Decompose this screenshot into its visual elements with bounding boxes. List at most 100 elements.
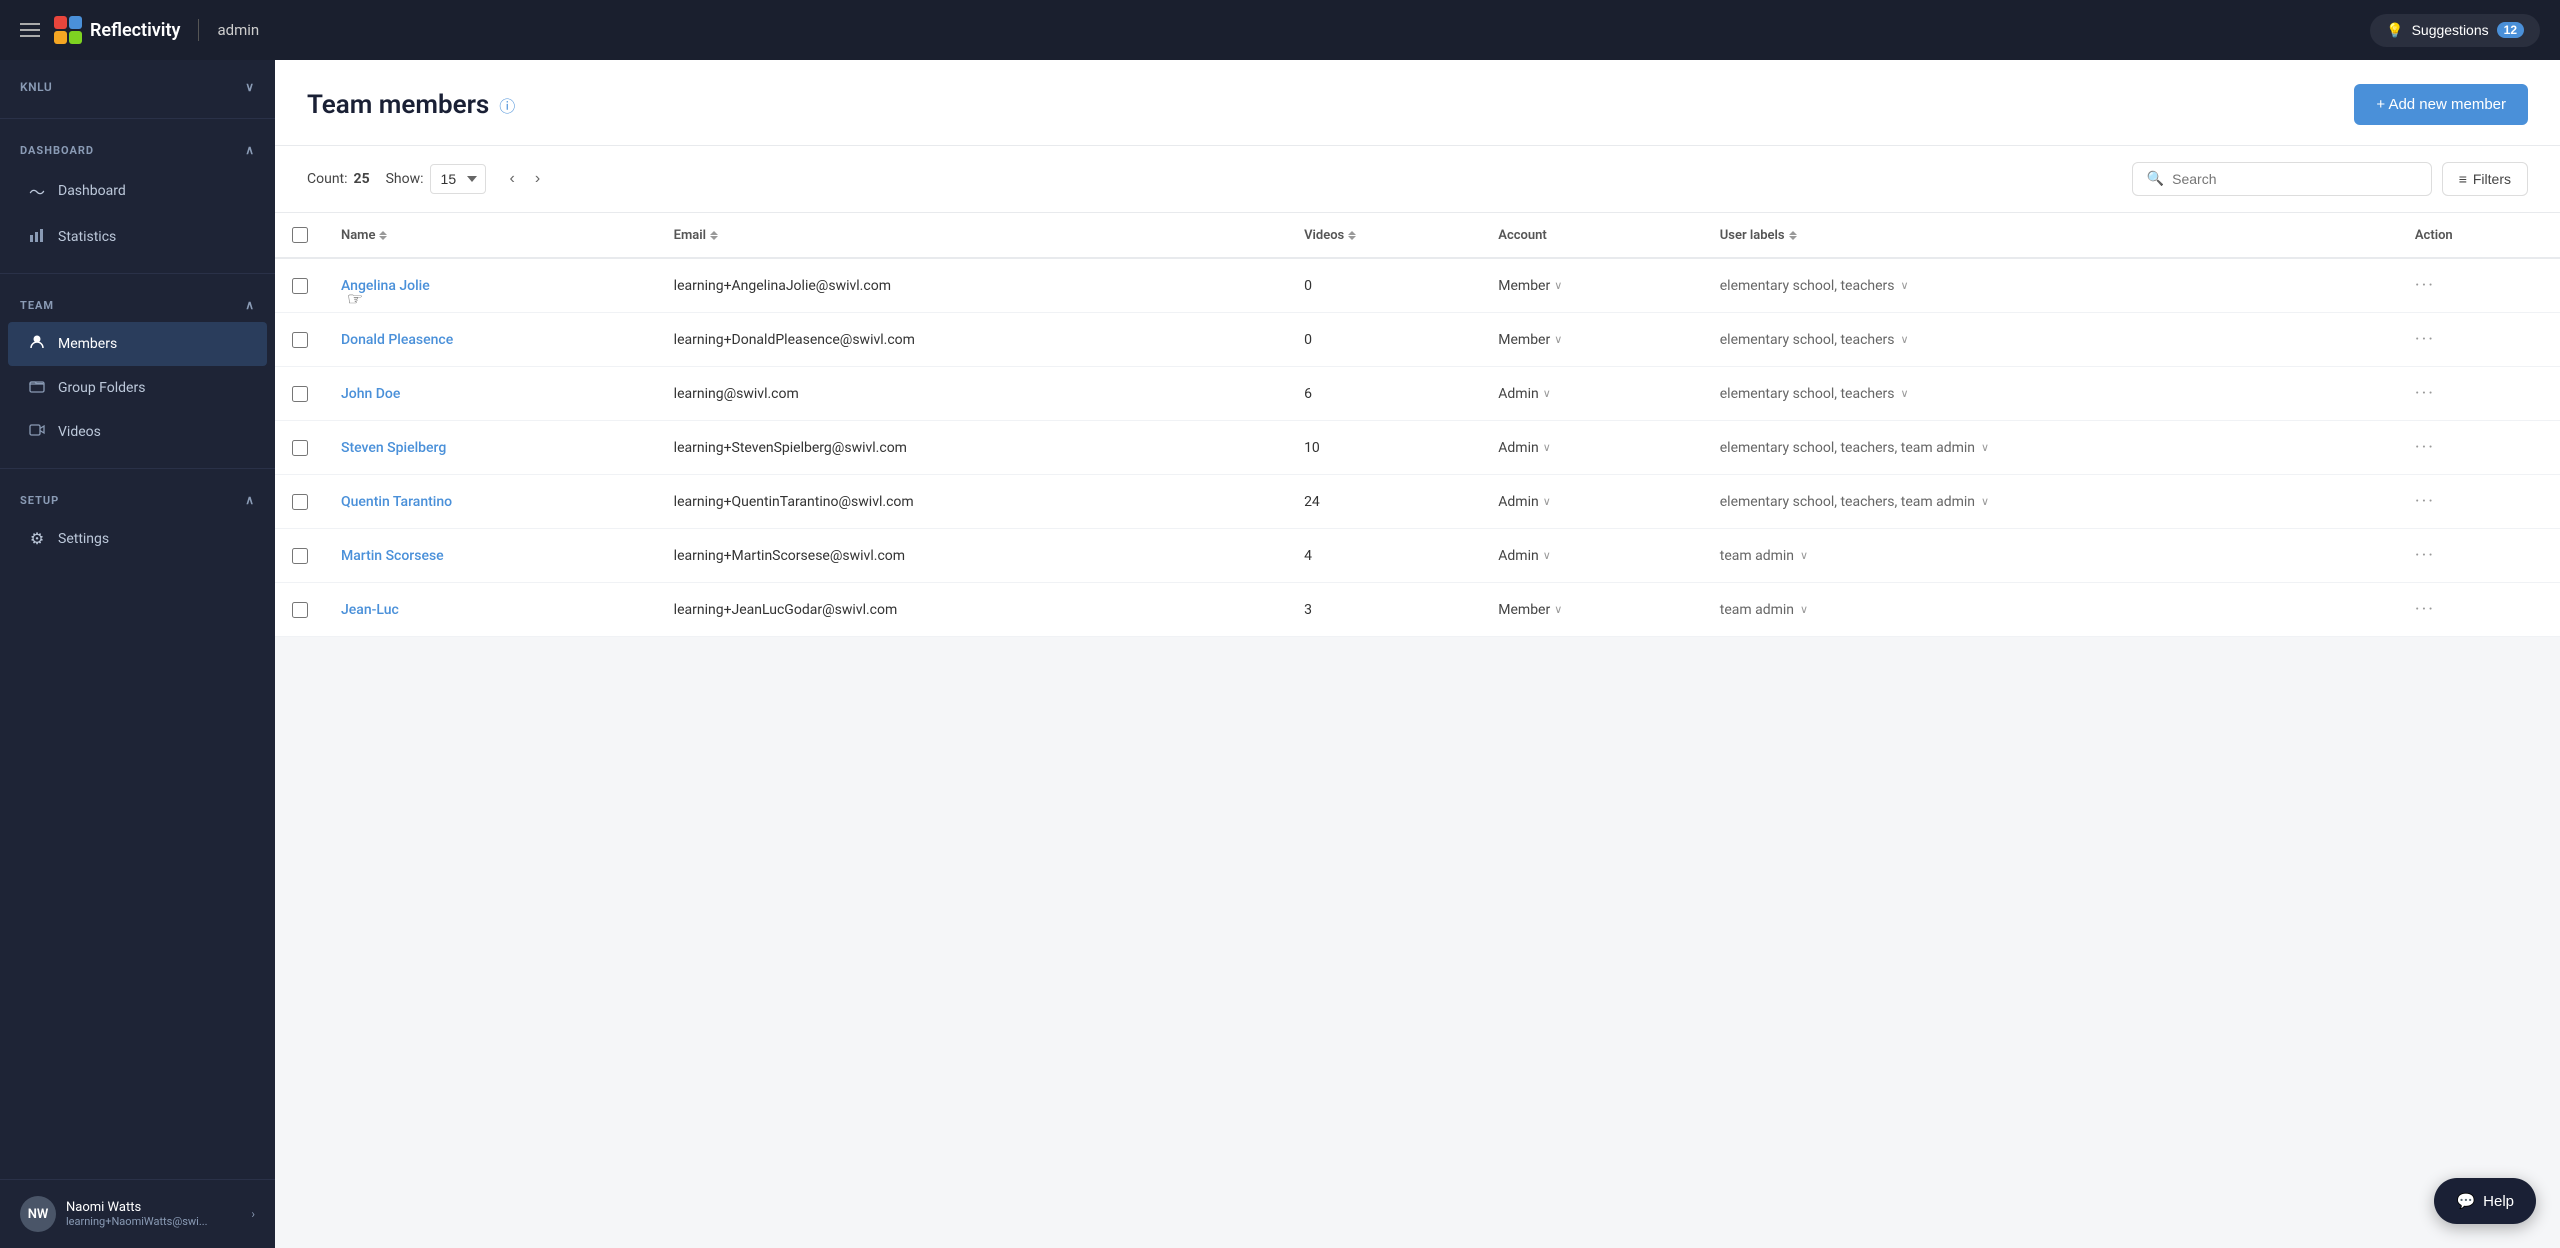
member-name-link[interactable]: Quentin Tarantino [341,494,452,510]
row-checkbox[interactable] [292,602,308,618]
account-select[interactable]: Member ∨ [1498,602,1687,618]
pagination-buttons: ‹ › [502,166,549,192]
row-action-cell: ··· [2399,421,2560,475]
avatar: NW [20,1196,56,1232]
member-name-link[interactable]: Angelina Jolie [341,278,430,294]
account-select[interactable]: Admin ∨ [1498,494,1687,510]
action-menu-icon[interactable]: ··· [2415,329,2435,350]
filters-button[interactable]: ≡ Filters [2442,162,2528,196]
account-select[interactable]: Admin ∨ [1498,548,1687,564]
action-menu-icon[interactable]: ··· [2415,545,2435,566]
admin-label: admin [217,21,259,39]
account-chevron-icon: ∨ [1543,549,1551,562]
info-icon[interactable]: ⓘ [499,93,515,117]
account-select[interactable]: Member ∨ [1498,332,1687,348]
add-new-member-button[interactable]: + Add new member [2354,84,2528,125]
group-folders-icon [28,378,46,398]
row-checkbox[interactable] [292,494,308,510]
sidebar-setup-header[interactable]: SETUP ∧ [0,483,275,517]
sort-email[interactable]: Email [674,228,1272,243]
filter-icon: ≡ [2459,171,2467,187]
footer-user-info: Naomi Watts learning+NaomiWatts@swi... [66,1200,241,1228]
row-email-cell: learning+StevenSpielberg@swivl.com [658,421,1288,475]
help-button[interactable]: 💬 Help [2434,1178,2536,1224]
row-checkbox[interactable] [292,386,308,402]
sidebar-item-dashboard[interactable]: 〜 Dashboard [8,167,267,215]
search-box[interactable]: 🔍 [2132,162,2432,196]
sidebar-footer[interactable]: NW Naomi Watts learning+NaomiWatts@swi..… [0,1179,275,1248]
action-col-label: Action [2415,228,2453,243]
header-name: Name [325,213,658,258]
account-select[interactable]: Admin ∨ [1498,440,1687,456]
action-menu-icon[interactable]: ··· [2415,599,2435,620]
member-name-link[interactable]: Jean-Luc [341,602,399,618]
sort-name[interactable]: Name [341,228,642,243]
prev-page-button[interactable]: ‹ [502,166,523,192]
main-content: Team members ⓘ + Add new member Count: 2… [275,60,2560,1248]
account-value: Admin [1498,494,1538,510]
labels-chevron-icon[interactable]: ∨ [1901,387,1909,400]
hamburger-menu-icon[interactable] [20,23,40,37]
row-action-cell: ··· [2399,258,2560,313]
sidebar-team-section: TEAM ∧ Members Group Folders Videos [0,278,275,464]
sidebar-item-statistics[interactable]: Statistics [8,215,267,259]
show-select[interactable]: 10 15 25 50 [430,164,486,194]
user-labels: elementary school, teachers ∨ [1720,332,2383,348]
action-menu-icon[interactable]: ··· [2415,437,2435,458]
row-checkbox[interactable] [292,278,308,294]
account-value: Admin [1498,440,1538,456]
account-select[interactable]: Member ∨ [1498,278,1687,294]
sort-videos[interactable]: Videos [1304,228,1466,243]
topbar-left: Reflectivity admin [20,16,259,44]
member-name-link[interactable]: Steven Spielberg [341,440,446,456]
sidebar-item-group-folders[interactable]: Group Folders [8,366,267,410]
table-row: Donald Pleasence learning+DonaldPleasenc… [275,313,2560,367]
account-col-label: Account [1498,228,1546,243]
member-name-link[interactable]: Martin Scorsese [341,548,444,564]
header-videos: Videos [1288,213,1482,258]
search-input[interactable] [2172,171,2417,187]
labels-chevron-icon[interactable]: ∨ [1901,333,1909,346]
row-email-cell: learning@swivl.com [658,367,1288,421]
row-action-cell: ··· [2399,367,2560,421]
suggestions-badge: 12 [2497,22,2524,38]
main-header: Team members ⓘ + Add new member [275,60,2560,146]
row-name-cell: Jean-Luc [325,583,658,637]
select-all-checkbox[interactable] [292,227,308,243]
labels-chevron-icon[interactable]: ∨ [1981,495,1989,508]
sidebar-dashboard-header[interactable]: DASHBOARD ∧ [0,133,275,167]
suggestions-button[interactable]: 💡 Suggestions 12 [2370,14,2540,47]
sidebar-item-videos[interactable]: Videos [8,410,267,454]
action-menu-icon[interactable]: ··· [2415,383,2435,404]
sidebar-item-members[interactable]: Members [8,322,267,366]
table-row: Jean-Luc learning+JeanLucGodar@swivl.com… [275,583,2560,637]
user-labels: elementary school, teachers ∨ [1720,386,2383,402]
row-checkbox[interactable] [292,548,308,564]
labels-chevron-icon[interactable]: ∨ [1800,603,1808,616]
account-select[interactable]: Admin ∨ [1498,386,1687,402]
labels-chevron-icon[interactable]: ∨ [1901,279,1909,292]
row-action-cell: ··· [2399,313,2560,367]
table-wrapper: Name Email [275,213,2560,1248]
labels-value: team admin [1720,548,1794,564]
row-checkbox[interactable] [292,332,308,348]
sidebar-team-header[interactable]: TEAM ∧ [0,288,275,322]
table-row: Angelina Jolie ☞ learning+AngelinaJolie@… [275,258,2560,313]
action-menu-icon[interactable]: ··· [2415,275,2435,296]
sidebar-item-settings[interactable]: ⚙ Settings [8,517,267,560]
row-checkbox[interactable] [292,440,308,456]
action-menu-icon[interactable]: ··· [2415,491,2435,512]
next-page-button[interactable]: › [527,166,548,192]
labels-chevron-icon[interactable]: ∨ [1800,549,1808,562]
user-labels: elementary school, teachers, team admin … [1720,440,2383,456]
row-labels-cell: elementary school, teachers ∨ [1704,258,2399,313]
show-text: Show: [386,171,424,187]
labels-chevron-icon[interactable]: ∨ [1981,441,1989,454]
row-videos-cell: 0 [1288,258,1482,313]
header-email: Email [658,213,1288,258]
member-name-link[interactable]: Donald Pleasence [341,332,453,348]
row-account-cell: Admin ∨ [1482,367,1703,421]
sidebar-org-header[interactable]: KNLU ∨ [0,70,275,104]
member-name-link[interactable]: John Doe [341,386,400,402]
sort-user-labels[interactable]: User labels [1720,228,2383,243]
